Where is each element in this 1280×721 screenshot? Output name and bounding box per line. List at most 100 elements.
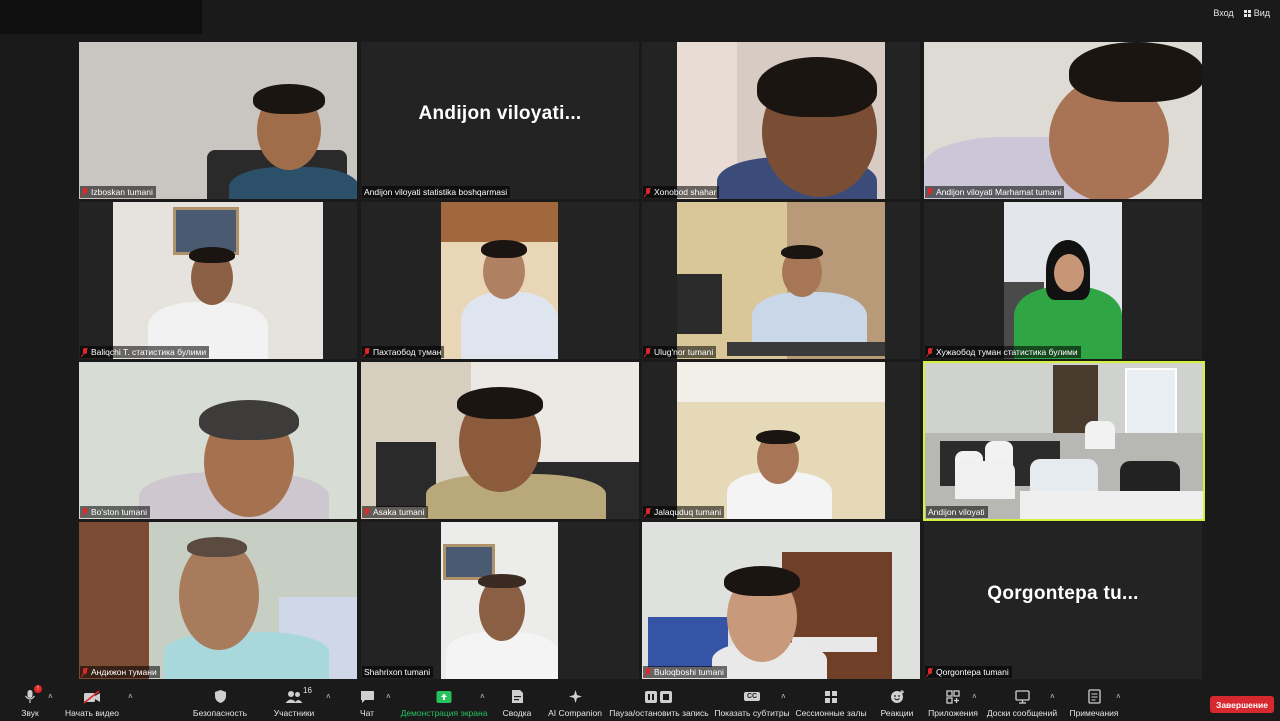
mic-muted-icon xyxy=(82,667,88,677)
participant-name-tag: Qorgontepa tumani xyxy=(925,666,1012,678)
participant-video xyxy=(642,522,920,679)
participant-name-tag: Bo'ston tumani xyxy=(80,506,150,518)
notes-icon xyxy=(1087,688,1101,705)
video-tile[interactable]: Shahrixon tumani xyxy=(361,522,639,679)
enter-button[interactable]: Вход xyxy=(1213,8,1233,18)
participant-name-tag: Izboskan tumani xyxy=(80,186,156,198)
participant-video xyxy=(113,202,323,359)
mic-muted-icon xyxy=(645,187,651,197)
mic-muted-icon xyxy=(927,347,933,357)
video-options-chevron-icon[interactable]: ˄ xyxy=(128,692,133,701)
participants-icon: 16 xyxy=(285,686,312,705)
whiteboards-button[interactable]: Доски сообщений xyxy=(986,684,1058,721)
video-tile[interactable]: Izboskan tumani xyxy=(79,42,357,199)
whiteboards-options-chevron-icon[interactable]: ˄ xyxy=(1050,692,1055,701)
video-tile[interactable]: Xonobod shahar xyxy=(642,42,920,199)
mic-muted-icon xyxy=(364,347,370,357)
notes-button[interactable]: Примечания xyxy=(1066,684,1122,721)
mic-muted-icon xyxy=(927,187,933,197)
reactions-button[interactable]: Реакции xyxy=(878,684,916,721)
end-meeting-button[interactable]: Завершение xyxy=(1210,696,1274,713)
microphone-icon: ! xyxy=(23,685,42,705)
mic-muted-icon xyxy=(645,507,651,517)
participant-video xyxy=(441,522,558,679)
participant-video xyxy=(677,362,885,519)
participant-name-tag: Андижон тумани xyxy=(80,666,160,678)
video-tile[interactable]: Asaka tumani xyxy=(361,362,639,519)
captions-options-chevron-icon[interactable]: ˄ xyxy=(781,692,786,701)
participant-video xyxy=(79,42,357,199)
participant-name-tag: Buloqboshi tumani xyxy=(643,666,727,678)
ai-companion-button[interactable]: AI Companion xyxy=(545,684,605,721)
participants-options-chevron-icon[interactable]: ˄ xyxy=(326,692,331,701)
participant-name-tag: Shahrixon tumani xyxy=(362,666,434,678)
audio-options-chevron-icon[interactable]: ˄ xyxy=(48,692,53,701)
participant-video xyxy=(361,362,639,519)
video-tile[interactable]: Ulug'nor tumani xyxy=(642,202,920,359)
start-video-button[interactable]: Начать видео xyxy=(62,684,122,721)
participant-name-tag: Xonobod shahar xyxy=(643,186,720,198)
participant-video xyxy=(79,522,357,679)
participant-placeholder-name: Andijon viloyati... xyxy=(418,102,582,124)
audio-button[interactable]: ! Звук xyxy=(14,684,46,721)
mic-muted-icon xyxy=(82,507,88,517)
top-bar: Вход Вид xyxy=(0,0,1280,40)
participant-placeholder-name: Qorgontepa tu... xyxy=(987,582,1139,604)
mic-muted-icon xyxy=(82,187,88,197)
participant-video xyxy=(677,202,885,359)
video-tile[interactable]: Bo'ston tumani xyxy=(79,362,357,519)
participant-name-tag: Хужаобод туман статистика булими xyxy=(925,346,1081,358)
pause-stop-recording-button[interactable]: Пауза/остановить запись xyxy=(608,684,710,721)
participant-name-tag: Jalaquduq tumani xyxy=(643,506,725,518)
shield-icon xyxy=(214,688,227,705)
video-tile[interactable]: Buloqboshi tumani xyxy=(642,522,920,679)
video-tile[interactable]: Qorgontepa tu... Qorgontepa tumani xyxy=(924,522,1202,679)
video-tile[interactable]: Jalaquduq tumani xyxy=(642,362,920,519)
apps-options-chevron-icon[interactable]: ˄ xyxy=(972,692,977,701)
video-tile[interactable]: Baliqchi T. статистика булими xyxy=(79,202,357,359)
participant-name-tag: Ulug'nor tumani xyxy=(643,346,717,358)
participant-video xyxy=(441,202,558,359)
video-tile[interactable]: Хужаобод туман статистика булими xyxy=(924,202,1202,359)
video-tile[interactable]: Пахтаобод туман xyxy=(361,202,639,359)
show-captions-button[interactable]: CC Показать субтитры xyxy=(714,684,790,721)
participant-name-tag: Andijon viloyati xyxy=(926,506,988,518)
closed-captions-icon: CC xyxy=(743,688,761,705)
top-left-overlay xyxy=(0,0,202,34)
mic-muted-icon xyxy=(82,347,88,357)
video-tile-active-speaker[interactable]: Andijon viloyati xyxy=(923,361,1205,521)
apps-button[interactable]: Приложения xyxy=(926,684,980,721)
participant-video xyxy=(677,42,885,199)
breakout-rooms-button[interactable]: Сессионные залы xyxy=(795,684,867,721)
sparkle-icon xyxy=(568,688,583,705)
breakout-rooms-icon xyxy=(824,688,838,705)
share-options-chevron-icon[interactable]: ˄ xyxy=(480,692,485,701)
chat-button[interactable]: Чат xyxy=(352,684,382,721)
video-tile[interactable]: Andijon viloyati... Andijon viloyati sta… xyxy=(361,42,639,199)
participants-button[interactable]: 16 Участники xyxy=(270,684,318,721)
security-button[interactable]: Безопасность xyxy=(190,684,250,721)
participant-name-tag: Andijon viloyati statistika boshqarmasi xyxy=(362,186,511,198)
view-button[interactable]: Вид xyxy=(1243,8,1270,18)
participant-video xyxy=(1004,202,1122,359)
participant-name-tag: Пахтаобод туман xyxy=(362,346,445,358)
apps-icon xyxy=(946,688,960,705)
video-tile[interactable]: Andijon viloyati Marhamat tumani xyxy=(924,42,1202,199)
document-summary-icon xyxy=(511,688,524,705)
notes-options-chevron-icon[interactable]: ˄ xyxy=(1116,692,1121,701)
participant-name-tag: Andijon viloyati Marhamat tumani xyxy=(925,186,1065,198)
top-right-controls: Вход Вид xyxy=(1213,8,1270,18)
whiteboard-icon xyxy=(1014,688,1030,705)
pause-stop-icon xyxy=(644,688,674,705)
mic-muted-icon xyxy=(927,667,933,677)
summary-button[interactable]: Сводка xyxy=(500,684,534,721)
video-tile[interactable]: Андижон тумани xyxy=(79,522,357,679)
share-screen-icon xyxy=(436,688,452,705)
emoji-reaction-icon xyxy=(890,688,905,705)
share-screen-button[interactable]: Демонстрация экрана xyxy=(400,684,488,721)
chat-options-chevron-icon[interactable]: ˄ xyxy=(386,692,391,701)
camera-off-icon xyxy=(83,688,101,705)
participant-video xyxy=(925,363,1203,519)
chat-icon xyxy=(360,688,375,705)
mic-muted-icon xyxy=(645,667,651,677)
